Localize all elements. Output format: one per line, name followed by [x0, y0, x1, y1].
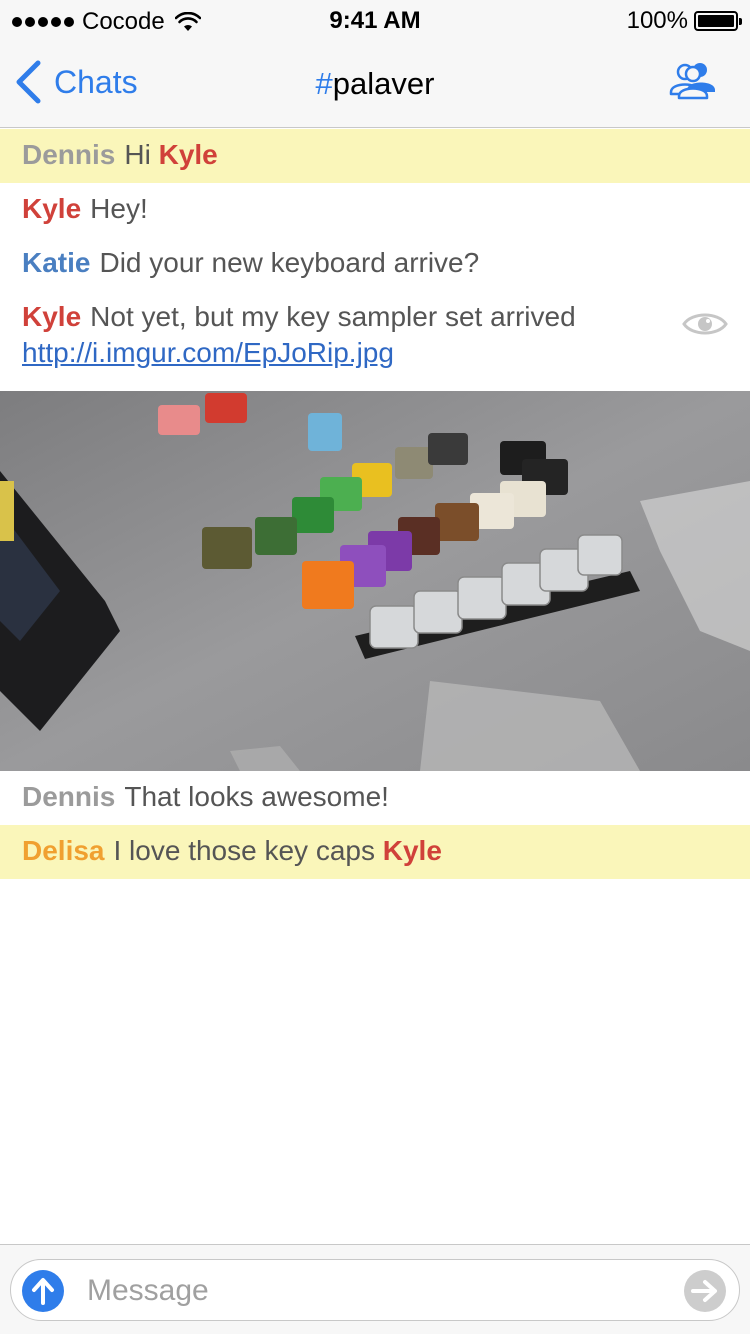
message-nick[interactable]: Delisa [22, 835, 105, 866]
message-row: Delisa I love those key caps Kyle [0, 825, 750, 879]
back-label: Chats [54, 63, 138, 100]
message-text: That looks awesome! [124, 781, 389, 812]
message-mention[interactable]: Kyle [383, 835, 442, 866]
message-text: Not yet, but my key sampler set arrived [90, 301, 576, 332]
message-nick[interactable]: Kyle [22, 301, 81, 332]
message-composer [0, 1244, 750, 1334]
composer-box [10, 1259, 740, 1321]
keycap-photo [0, 391, 750, 771]
message-text: Hey! [90, 193, 148, 224]
message-input[interactable] [87, 1269, 677, 1313]
message-row: Katie Did your new keyboard arrive? [0, 237, 750, 291]
message-row: Dennis Hi Kyle [0, 129, 750, 183]
eye-icon[interactable] [682, 309, 728, 339]
message-text: I love those key caps [113, 835, 383, 866]
message-nick[interactable]: Dennis [22, 781, 115, 812]
channel-hash: # [315, 66, 333, 101]
message-row: Kyle Not yet, but my key sampler set arri… [0, 291, 750, 371]
group-icon[interactable] [666, 62, 722, 102]
status-right: 100% [626, 7, 742, 35]
message-link[interactable]: http://i.imgur.com/EpJoRip.jpg [22, 337, 394, 368]
message-row: Dennis That looks awesome! [0, 771, 750, 825]
image-preview[interactable] [0, 391, 750, 771]
message-text: Hi [124, 139, 159, 170]
battery-icon [694, 11, 742, 31]
message-nick[interactable]: Dennis [22, 139, 115, 170]
navigation-bar: Chats #palaver [0, 40, 750, 128]
message-nick[interactable]: Kyle [22, 193, 81, 224]
chevron-left-icon [16, 60, 41, 104]
back-to-chats-button[interactable]: Chats [14, 60, 138, 104]
message-list: Dennis Hi Kyle Kyle Hey! Katie Did your new… [0, 129, 750, 879]
message-row: Kyle Hey! [0, 183, 750, 237]
message-text: Did your new keyboard arrive? [99, 247, 480, 278]
status-bar: Cocode 9:41 AM 100% [0, 0, 750, 40]
message-nick[interactable]: Katie [22, 247, 90, 278]
upload-arrow-icon[interactable] [21, 1269, 65, 1313]
send-arrow-icon[interactable] [683, 1269, 727, 1313]
battery-percent: 100% [626, 7, 688, 34]
channel-name: palaver [332, 66, 435, 101]
message-mention[interactable]: Kyle [159, 139, 218, 170]
